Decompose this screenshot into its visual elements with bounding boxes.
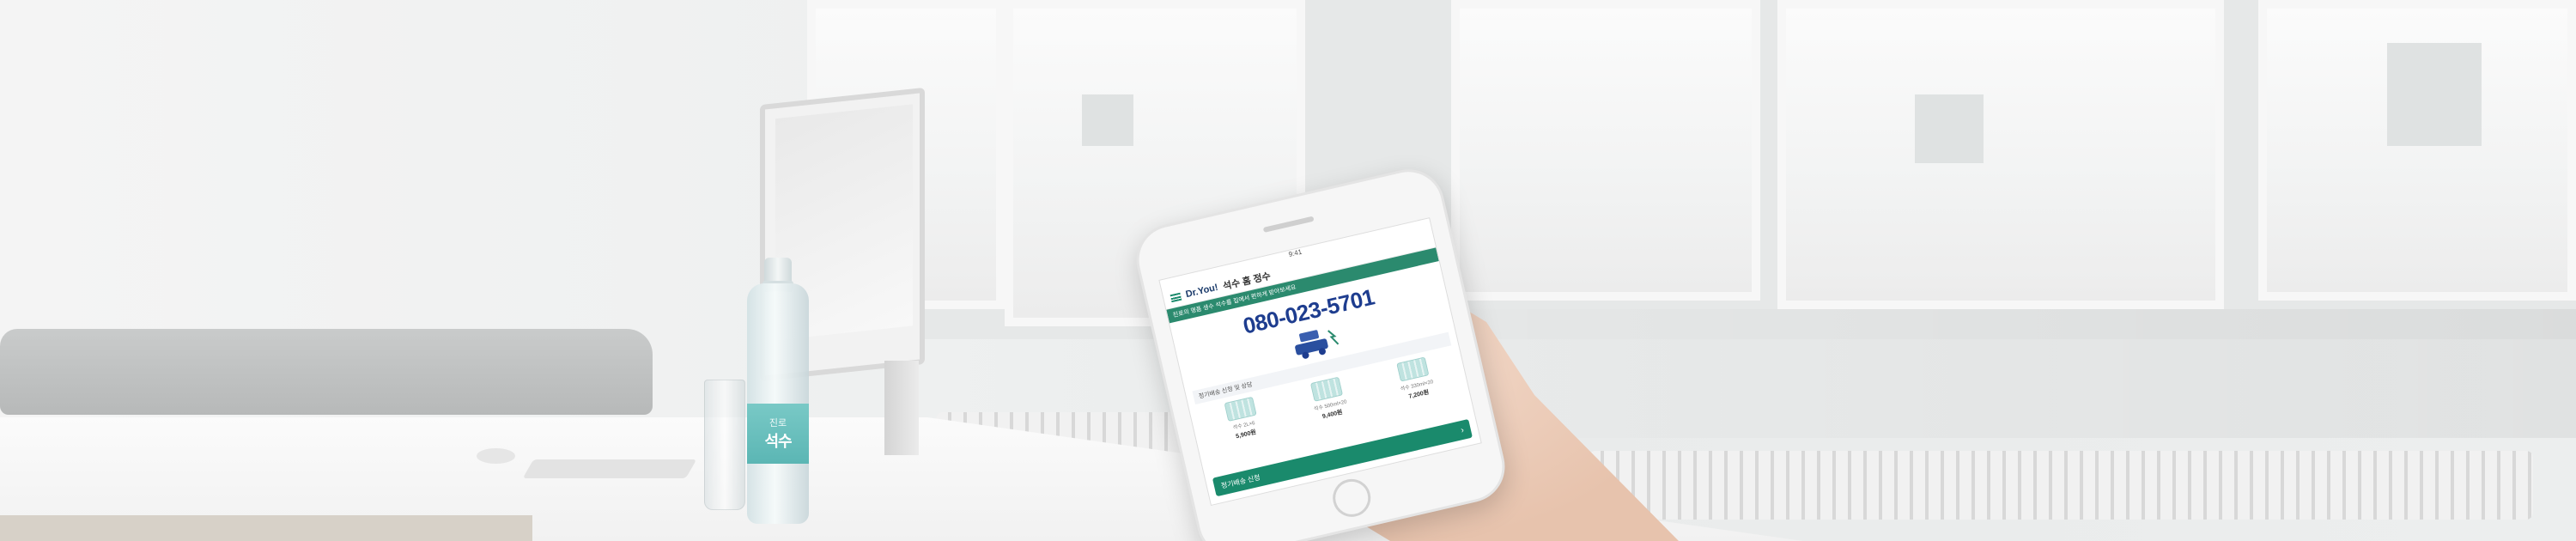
window-pane	[1777, 0, 2224, 309]
earpiece	[1262, 216, 1315, 233]
home-button[interactable]	[1328, 475, 1375, 521]
app-logo[interactable]: Dr.You!	[1185, 283, 1219, 300]
desk-edge	[0, 515, 532, 541]
radiator	[1589, 451, 2533, 520]
window-pane	[1451, 0, 1760, 301]
bottle-brand: 진로	[769, 418, 787, 429]
photo-scene: 진로 석수 9:41 Dr.You! 석수 홈 정수 진로의 명품 생수 석수를…	[0, 0, 2576, 541]
bottle-label: 진로 석수	[747, 404, 809, 464]
chevron-right-icon: ›	[1460, 425, 1465, 435]
phone-screen: 9:41 Dr.You! 석수 홈 정수 진로의 명품 생수 석수를 집에서 편…	[1158, 217, 1482, 507]
building-window	[1082, 94, 1133, 146]
menu-icon[interactable]	[1170, 292, 1182, 302]
monitor-stand	[884, 361, 919, 455]
keyboard	[522, 459, 697, 478]
subscribe-label: 정기배송 신청	[1220, 472, 1261, 490]
mouse	[477, 448, 515, 464]
building-window	[2387, 43, 2482, 146]
building-window	[1915, 94, 1984, 163]
water-glass	[704, 380, 745, 510]
sofa	[0, 329, 653, 415]
bottle-name: 석수	[764, 433, 792, 450]
